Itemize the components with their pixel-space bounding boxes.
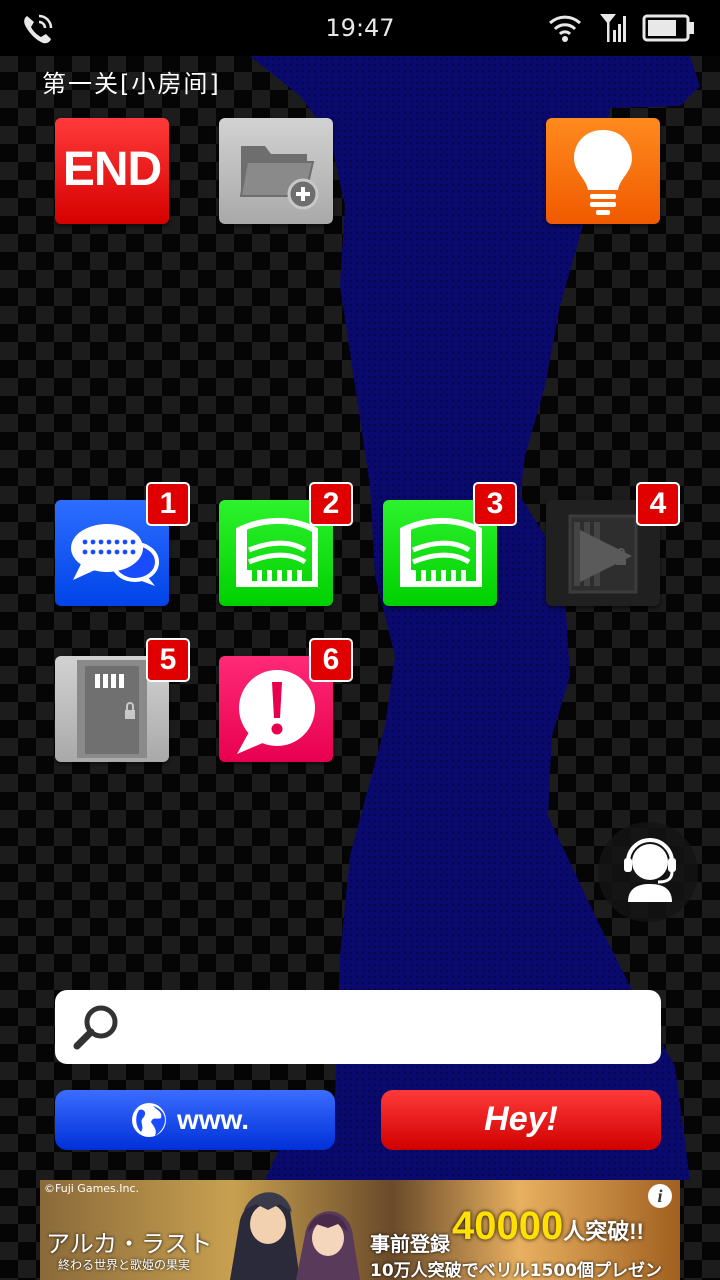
app-badge: 4 <box>636 482 680 526</box>
end-label: END <box>62 143 162 196</box>
ad-banner[interactable]: ©Fuji Games.Inc. アルカ・ラスト 終わる世界と歌姫の果実 事前登… <box>40 1180 680 1280</box>
ad-characters <box>230 1192 360 1280</box>
app-badge: 6 <box>309 638 353 682</box>
wifi-icon <box>548 15 582 42</box>
ad-count-suffix: 人突破!! <box>563 1219 644 1244</box>
app-badge: 3 <box>473 482 517 526</box>
battery-icon <box>642 14 694 42</box>
level-title: 第一关[小房间] <box>42 70 221 98</box>
app-badge: 1 <box>146 482 190 526</box>
app-badge: 2 <box>309 482 353 526</box>
folder-add-icon <box>239 146 319 210</box>
ad-title: アルカ・ラスト <box>46 1230 213 1258</box>
app-badge: 5 <box>146 638 190 682</box>
search-bar[interactable] <box>55 990 661 1064</box>
status-bar: 19:47 <box>0 0 720 56</box>
hey-button[interactable]: Hey! <box>381 1090 661 1150</box>
www-button[interactable]: www. <box>55 1090 335 1150</box>
hey-label: Hey! <box>484 1100 558 1138</box>
ad-info-icon[interactable]: i <box>648 1184 672 1208</box>
ad-subtitle: 終わる世界と歌姫の果実 <box>58 1258 191 1272</box>
ad-preregister: 事前登録 <box>370 1232 450 1256</box>
add-folder-button[interactable] <box>219 118 333 224</box>
ad-copyright: ©Fuji Games.Inc. <box>44 1182 140 1195</box>
globe-icon <box>132 1103 166 1137</box>
www-label: www. <box>177 1104 250 1135</box>
magnifier-icon <box>73 1005 118 1050</box>
ad-count-number: 40000 <box>452 1204 564 1248</box>
end-button[interactable]: END <box>55 118 169 224</box>
operator-headset-icon <box>624 838 676 902</box>
signal-icon <box>600 14 626 42</box>
operator-button[interactable] <box>598 822 698 922</box>
lightbulb-icon <box>574 130 632 215</box>
ad-count: 40000人突破!! <box>452 1204 644 1249</box>
ad-bottom-text: 10万人突破でベリル1500個プレゼント!!! <box>370 1261 662 1280</box>
hint-button[interactable] <box>546 118 660 224</box>
